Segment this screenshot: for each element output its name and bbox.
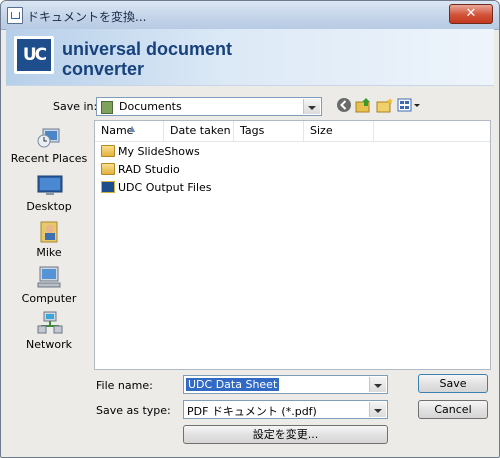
file-name: UDC Output Files [118,181,212,194]
cancel-button[interactable]: Cancel [418,400,488,419]
sort-ascending-icon: ▲ [129,124,136,133]
udc-logo-letters: UC [22,45,47,65]
documents-folder-icon [101,101,113,114]
save-in-label: Save in: [53,100,98,113]
column-header-row: ▲ Name Date taken Tags Size [95,121,490,142]
close-button[interactable]: ✕ [449,4,493,24]
up-folder-icon[interactable] [355,97,373,115]
back-icon[interactable] [335,97,353,115]
document-app-icon [7,7,23,24]
places-bar: Recent Places Desktop Mike Computer Netw… [7,119,91,369]
view-menu-icon[interactable] [397,97,421,115]
save-as-type-value: PDF ドキュメント (*.pdf) [187,405,317,418]
recent-places-icon [37,125,63,149]
save-as-type-dropdown[interactable]: PDF ドキュメント (*.pdf) [183,400,388,419]
brand-banner: UC universal document converter [6,29,494,86]
save-in-value: Documents [119,100,182,113]
place-label: Network [26,338,72,351]
folder-icon [101,145,115,157]
save-dialog: ドキュメントを変換... ✕ UC universal document con… [0,0,500,458]
save-in-dropdown[interactable]: Documents [96,97,322,116]
file-name-field[interactable]: UDC Data Sheet [183,375,388,394]
udc-folder-icon [101,181,115,193]
folder-icon [101,163,115,175]
column-header-name[interactable]: ▲ Name [95,121,164,141]
desktop-icon [37,173,63,197]
file-name-label: File name: [96,379,153,392]
column-header-size[interactable]: Size [304,121,374,141]
brand-name-line2: converter [62,59,145,79]
save-button[interactable]: Save [418,374,488,393]
file-name: My SlideShows [118,145,200,158]
place-label: Recent Places [10,152,88,165]
column-header-tags[interactable]: Tags [234,121,304,141]
file-name: RAD Studio [118,163,180,176]
chevron-down-icon[interactable] [369,377,386,392]
place-label: Mike [36,246,62,259]
window-title: ドキュメントを変換... [27,10,147,24]
file-list[interactable]: ▲ Name Date taken Tags Size My SlideShow… [94,120,491,370]
save-as-type-label: Save as type: [96,404,171,417]
network-icon [37,311,63,335]
chevron-down-icon[interactable] [369,402,386,417]
user-folder-icon [37,219,63,243]
change-settings-button[interactable]: 設定を変更... [183,425,388,444]
place-label: Desktop [26,200,72,213]
computer-icon [37,265,63,289]
brand-name-line1: universal document [62,39,233,59]
title-bar: ドキュメントを変換... ✕ [1,1,499,30]
column-header-date-taken[interactable]: Date taken [164,121,234,141]
udc-logo: UC [14,36,54,74]
chevron-down-icon[interactable] [303,99,320,114]
file-name-value: UDC Data Sheet [186,378,280,391]
new-folder-icon[interactable] [376,97,394,115]
place-label: Computer [21,292,77,305]
